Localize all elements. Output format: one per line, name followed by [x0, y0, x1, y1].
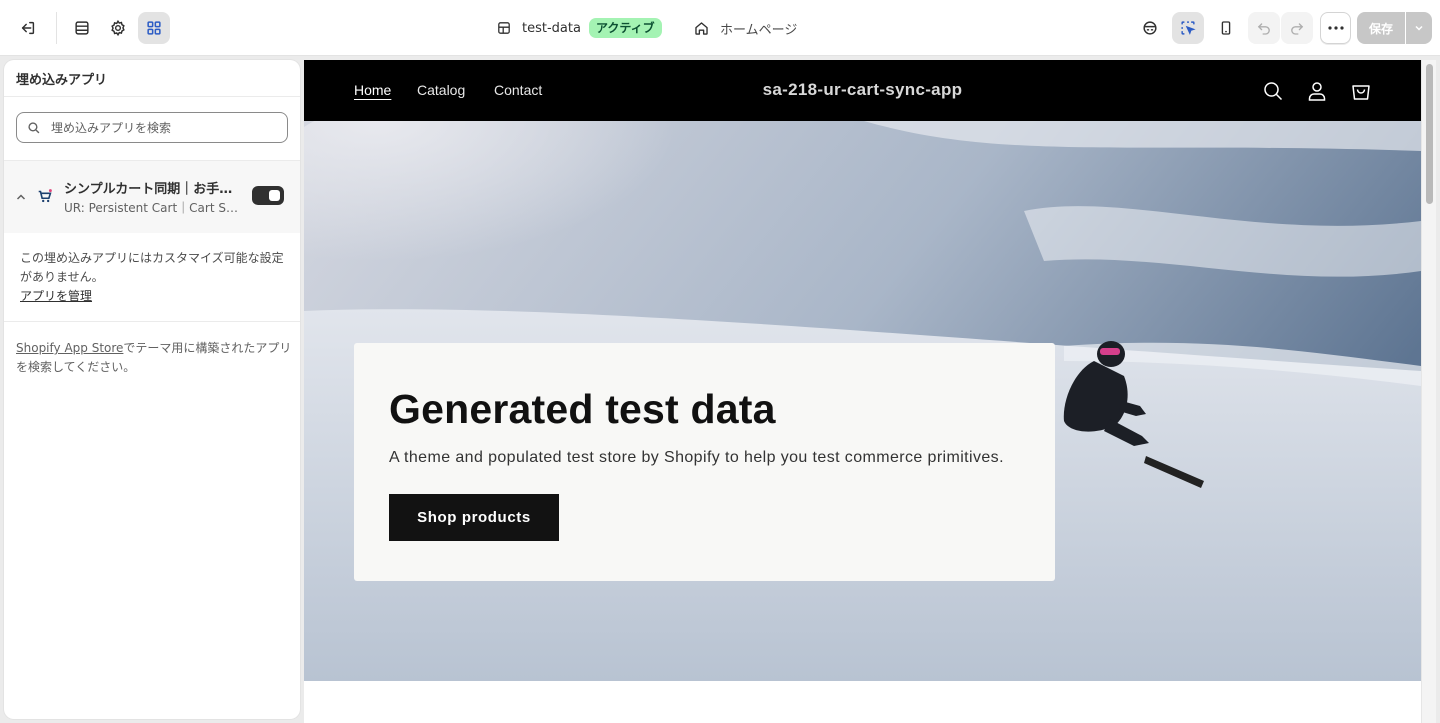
editor-topbar: test-data アクティブ ホームページ 保存 [0, 0, 1440, 56]
app-embed-item[interactable]: シンプルカート同期｜お手軽にカート同期 UR: Persistent Cart｜… [4, 161, 300, 233]
hero-title: Generated test data [389, 386, 776, 432]
more-actions-button[interactable] [1320, 12, 1351, 44]
app-store-note: Shopify App Storeでテーマ用に構築されたアプリを検索してください… [16, 339, 292, 377]
store-header: Home Catalog Contact sa-218-ur-cart-sync… [304, 60, 1421, 121]
divider [4, 321, 300, 322]
undo-button[interactable] [1248, 12, 1280, 44]
mobile-view-button[interactable] [1210, 12, 1242, 44]
app-settings-note: この埋め込みアプリにはカスタマイズ可能な設定がありません。 アプリを管理 [20, 249, 292, 306]
app-embeds-button[interactable] [138, 12, 170, 44]
app-subtitle: UR: Persistent Cart｜Cart Sync [64, 201, 240, 215]
ellipsis-icon [1327, 26, 1344, 30]
app-name: シンプルカート同期｜お手軽にカート同期 [64, 182, 236, 197]
scrollbar-thumb[interactable] [1426, 64, 1433, 204]
account-button[interactable] [1305, 79, 1329, 103]
no-settings-text: この埋め込みアプリにはカスタマイズ可能な設定がありません。 [20, 251, 284, 284]
store-search-button[interactable] [1261, 79, 1285, 103]
storefront-preview: Home Catalog Contact sa-218-ur-cart-sync… [304, 60, 1436, 723]
toggle-knob [269, 190, 280, 201]
hero-banner: Generated test data A theme and populate… [304, 121, 1421, 681]
theme-selector[interactable]: test-data アクティブ [496, 16, 662, 40]
inspector-toggle[interactable] [1134, 12, 1166, 44]
hero-card: Generated test data A theme and populate… [354, 343, 1055, 581]
sections-icon [75, 21, 89, 35]
toolbar-divider [56, 12, 57, 44]
save-button[interactable]: 保存 [1357, 12, 1405, 44]
app-logo [36, 187, 54, 205]
layout-icon [498, 22, 510, 34]
app-embeds-panel: 埋め込みアプリ 埋め込みアプリを検索 シンプルカート同期｜お手軽にカート同期 U… [4, 60, 300, 719]
page-name: ホームページ [720, 22, 798, 38]
gear-icon [111, 19, 125, 37]
exit-icon [21, 21, 35, 35]
panel-title: 埋め込みアプリ [16, 73, 108, 88]
redo-icon [1291, 23, 1304, 35]
cart-icon [1352, 85, 1370, 100]
preview-scrollbar[interactable] [1421, 60, 1436, 723]
theme-name: test-data [522, 20, 581, 36]
chevron-up-icon [16, 194, 26, 200]
user-icon [1308, 82, 1326, 101]
redo-button[interactable] [1281, 12, 1313, 44]
save-options-button[interactable] [1406, 12, 1432, 44]
mobile-icon [1221, 21, 1231, 35]
exit-button[interactable] [12, 12, 44, 44]
cursor-select-icon [1181, 21, 1196, 35]
app-search-input[interactable]: 埋め込みアプリを検索 [16, 112, 288, 143]
undo-icon [1257, 23, 1270, 35]
search-icon [1264, 82, 1283, 101]
search-icon [28, 121, 40, 133]
chevron-down-icon [1415, 25, 1423, 31]
hero-text: A theme and populated test store by Shop… [389, 449, 1004, 466]
search-placeholder: 埋め込みアプリを検索 [51, 121, 172, 135]
next-section [304, 681, 1421, 723]
theme-settings-button[interactable] [102, 12, 134, 44]
divider [4, 96, 300, 97]
inspector-icon [1143, 21, 1157, 35]
cart-logo-icon [38, 189, 52, 203]
sections-button[interactable] [66, 12, 98, 44]
app-store-link[interactable]: Shopify App Store [16, 341, 123, 355]
app-embeds-icon [147, 21, 161, 35]
app-enable-toggle[interactable] [252, 186, 284, 205]
status-badge: アクティブ [588, 18, 662, 38]
manage-app-link[interactable]: アプリを管理 [20, 289, 92, 303]
collapse-button[interactable] [13, 181, 29, 213]
store-name[interactable]: sa-218-ur-cart-sync-app [304, 80, 1421, 100]
select-element-button[interactable] [1172, 12, 1204, 44]
shop-products-button[interactable]: Shop products [389, 494, 559, 541]
home-icon [695, 21, 708, 35]
page-selector[interactable]: ホームページ [693, 16, 797, 40]
cart-button[interactable] [1349, 79, 1373, 103]
